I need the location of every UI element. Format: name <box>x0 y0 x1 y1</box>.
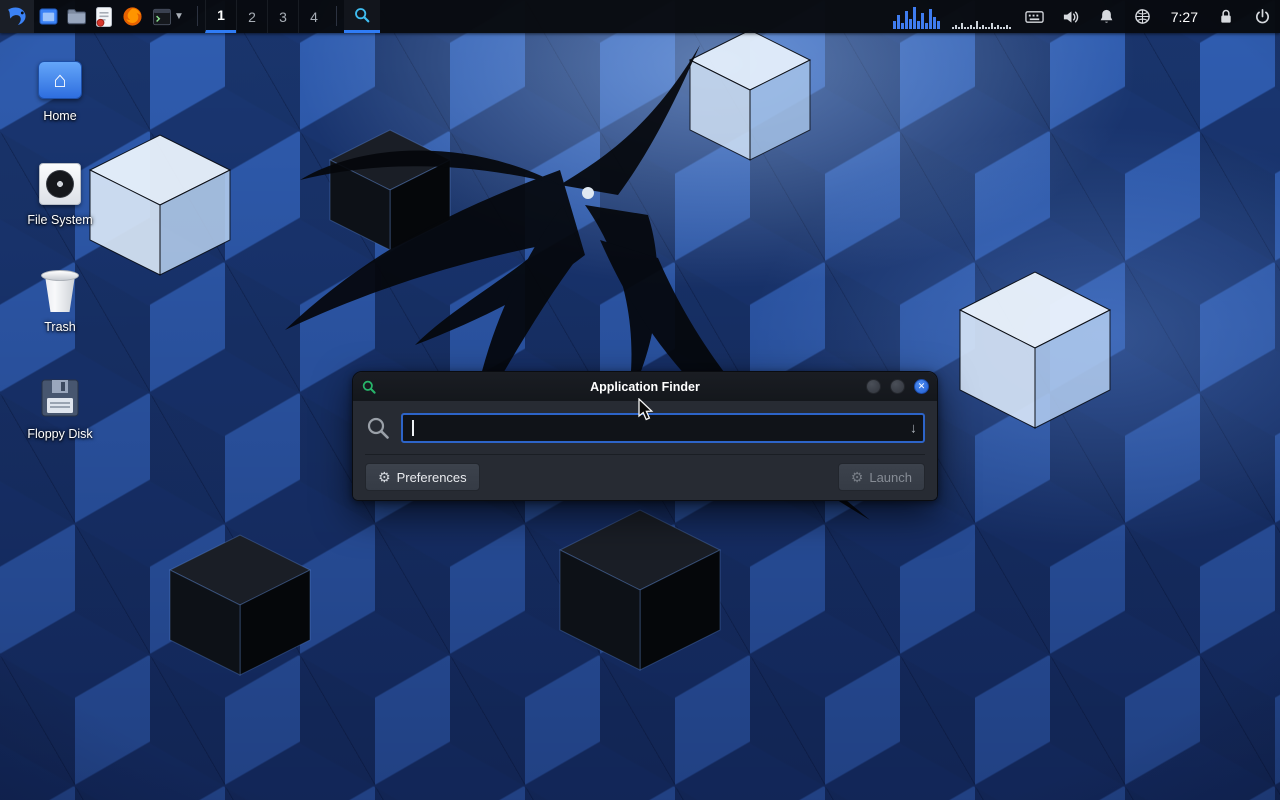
desktop-icon-floppy-disk[interactable]: Floppy Disk <box>18 374 102 441</box>
close-icon: ✕ <box>918 382 926 391</box>
chevron-down-icon: ▼ <box>174 11 184 22</box>
workspace-3[interactable]: 3 <box>267 0 298 33</box>
kali-menu-button[interactable] <box>0 0 34 33</box>
dropdown-arrow-icon[interactable]: ↓ <box>910 421 917 435</box>
desktop-icon-home[interactable]: ⌂ Home <box>18 56 102 123</box>
finder-body: ↓ ⚙ Preferences ⚙ Launch <box>353 401 937 500</box>
desktop-icon-label: Home <box>18 109 102 123</box>
notifications-tray-item[interactable] <box>1089 0 1125 33</box>
screen-lock-tray-item[interactable] <box>1208 0 1244 33</box>
workspace-4[interactable]: 4 <box>298 0 329 33</box>
taskbar-application-finder[interactable] <box>344 0 380 33</box>
trash-bin-icon <box>18 267 102 315</box>
app-search-input[interactable] <box>401 413 925 443</box>
desktop-icon-file-system[interactable]: File System <box>18 160 102 227</box>
firefox-launcher[interactable] <box>118 0 146 33</box>
launch-label: Launch <box>869 470 912 485</box>
search-icon <box>365 415 391 441</box>
launch-button[interactable]: ⚙ Launch <box>838 463 925 491</box>
updates-tray-item[interactable] <box>1125 0 1161 33</box>
power-icon <box>1254 8 1271 25</box>
files-launcher[interactable] <box>62 0 90 33</box>
launch-icon: ⚙ <box>851 470 864 484</box>
keyboard-layout-tray-item[interactable] <box>1017 0 1053 33</box>
cpu-graph[interactable] <box>893 5 940 29</box>
window-title: Application Finder <box>353 380 937 394</box>
file-manager-icon <box>38 6 59 27</box>
system-tray: 7:27 <box>1017 0 1280 33</box>
globe-icon <box>1134 8 1151 25</box>
preferences-button[interactable]: ⚙ Preferences <box>365 463 480 491</box>
app-finder-task-icon <box>353 6 371 24</box>
application-finder-window: Application Finder ✕ ↓ ⚙ Preferences <box>352 371 938 501</box>
terminal-icon <box>152 8 172 26</box>
close-button[interactable]: ✕ <box>914 379 929 394</box>
file-manager-launcher[interactable] <box>34 0 62 33</box>
top-panel: ▼ 1 2 3 4 <box>0 0 1280 33</box>
minimize-button[interactable] <box>866 379 881 394</box>
volume-icon <box>1062 9 1080 25</box>
lock-icon <box>1218 8 1234 25</box>
document-icon <box>94 6 114 28</box>
logout-button[interactable] <box>1244 0 1280 33</box>
network-graph[interactable] <box>952 5 1011 29</box>
folder-icon <box>66 6 87 27</box>
text-caret <box>412 420 414 436</box>
floppy-disk-icon <box>18 374 102 422</box>
text-editor-launcher[interactable] <box>90 0 118 33</box>
preferences-label: Preferences <box>397 470 467 485</box>
volume-tray-item[interactable] <box>1053 0 1089 33</box>
window-titlebar[interactable]: Application Finder ✕ <box>353 372 937 401</box>
gear-icon: ⚙ <box>378 470 391 484</box>
hard-disk-icon <box>18 160 102 208</box>
kali-logo-icon <box>4 4 30 30</box>
maximize-button[interactable] <box>890 379 905 394</box>
app-finder-window-icon <box>361 379 377 395</box>
workspace-2[interactable]: 2 <box>236 0 267 33</box>
desktop-icon-label: Trash <box>18 320 102 334</box>
home-folder-icon: ⌂ <box>18 56 102 104</box>
terminal-launcher[interactable]: ▼ <box>146 0 190 33</box>
desktop-icon-label: File System <box>18 213 102 227</box>
workspace-1[interactable]: 1 <box>205 0 236 33</box>
desktop-icon-label: Floppy Disk <box>18 427 102 441</box>
panel-separator <box>336 6 337 26</box>
panel-separator <box>197 6 198 26</box>
desktop-icon-trash[interactable]: Trash <box>18 267 102 334</box>
bell-icon <box>1098 8 1115 25</box>
panel-clock[interactable]: 7:27 <box>1161 9 1208 25</box>
keyboard-icon <box>1025 9 1044 25</box>
firefox-icon <box>122 6 143 27</box>
